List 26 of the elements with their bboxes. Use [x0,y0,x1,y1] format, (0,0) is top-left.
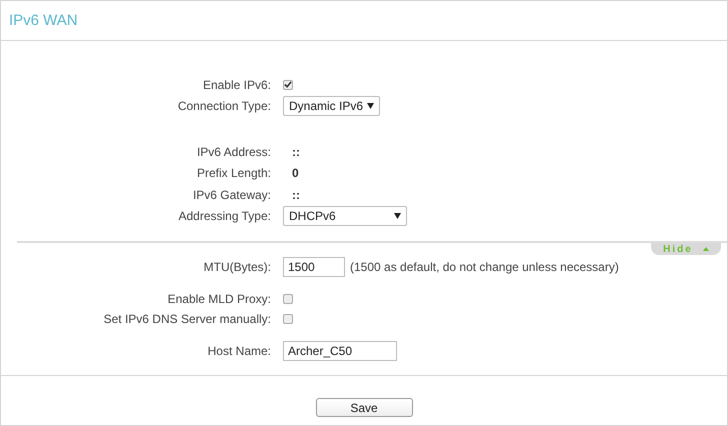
input-field[interactable]: Archer_C50 [283,341,397,361]
field-value: 0 [291,166,299,180]
field-label: Enable MLD Proxy: [166,292,272,306]
field-label: Host Name: [206,344,272,358]
caret-icon [702,247,709,251]
checkbox[interactable] [283,294,293,304]
field-label: MTU(Bytes): [202,260,272,274]
field-label: Addressing Type: [177,209,272,224]
field-label: Connection Type: [176,99,272,114]
checkbox[interactable] [283,314,293,324]
checkbox[interactable] [283,80,293,90]
page-title: IPv6 WAN [9,12,78,29]
field-value: :: [291,144,300,159]
field-value: :: [291,188,300,202]
dropdown[interactable]: Dynamic IPv6 [283,96,380,116]
caret-icon [394,213,401,220]
field-label: Prefix Length: [196,166,272,180]
caret-icon [367,103,374,110]
field-label: Enable IPv6: [202,78,272,92]
save-button[interactable]: Save [316,398,412,417]
dropdown[interactable]: DHCPv6 [283,206,407,226]
field-label: IPv6 Gateway: [192,188,272,202]
input-field[interactable]: 1500 [283,257,345,277]
field-label: Set IPv6 DNS Server manually: [102,312,272,326]
hint-text: (1500 as default, do not change unless necessary) [350,260,619,274]
field-label: IPv6 Address: [196,144,272,159]
